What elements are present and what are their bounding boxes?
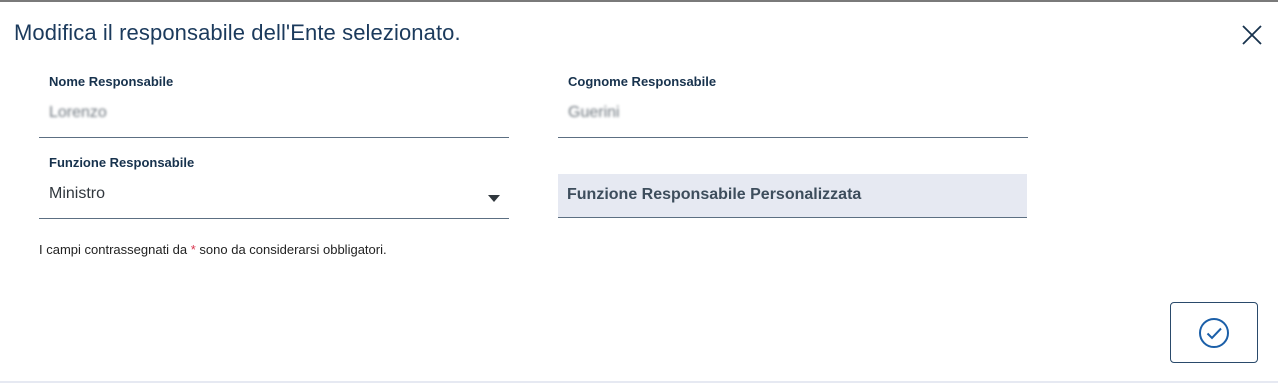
cognome-label: Cognome Responsabile — [568, 74, 717, 89]
cognome-input[interactable]: Guerini — [568, 104, 620, 122]
funzione-selected-value[interactable]: Ministro — [49, 185, 105, 203]
cognome-field[interactable]: Cognome Responsabile Guerini — [558, 74, 1028, 138]
nome-input[interactable]: Lorenzo — [49, 104, 107, 122]
top-border — [0, 0, 1278, 2]
cognome-underline — [558, 137, 1028, 138]
close-button[interactable] — [1238, 21, 1266, 49]
nome-field[interactable]: Nome Responsabile Lorenzo — [39, 74, 509, 138]
funzione-personalizzata-placeholder: Funzione Responsabile Personalizzata — [567, 186, 862, 203]
note-suffix: sono da considerarsi obbligatori. — [195, 242, 387, 257]
nome-underline — [39, 137, 509, 138]
funzione-label: Funzione Responsabile — [49, 155, 195, 170]
funzione-select[interactable]: Funzione Responsabile Ministro — [39, 155, 509, 219]
nome-label: Nome Responsabile — [49, 74, 174, 89]
confirm-button[interactable] — [1170, 302, 1258, 363]
close-icon — [1242, 25, 1262, 45]
check-circle-icon — [1199, 317, 1229, 348]
note-prefix: I campi contrassegnati da — [39, 242, 191, 257]
funzione-underline — [39, 218, 509, 219]
required-fields-note: I campi contrassegnati da * sono da cons… — [39, 242, 387, 257]
caret-down-icon[interactable] — [488, 195, 500, 202]
funzione-personalizzata-input[interactable]: Funzione Responsabile Personalizzata — [558, 174, 1027, 218]
dialog-title: Modifica il responsabile dell'Ente selez… — [14, 20, 461, 45]
